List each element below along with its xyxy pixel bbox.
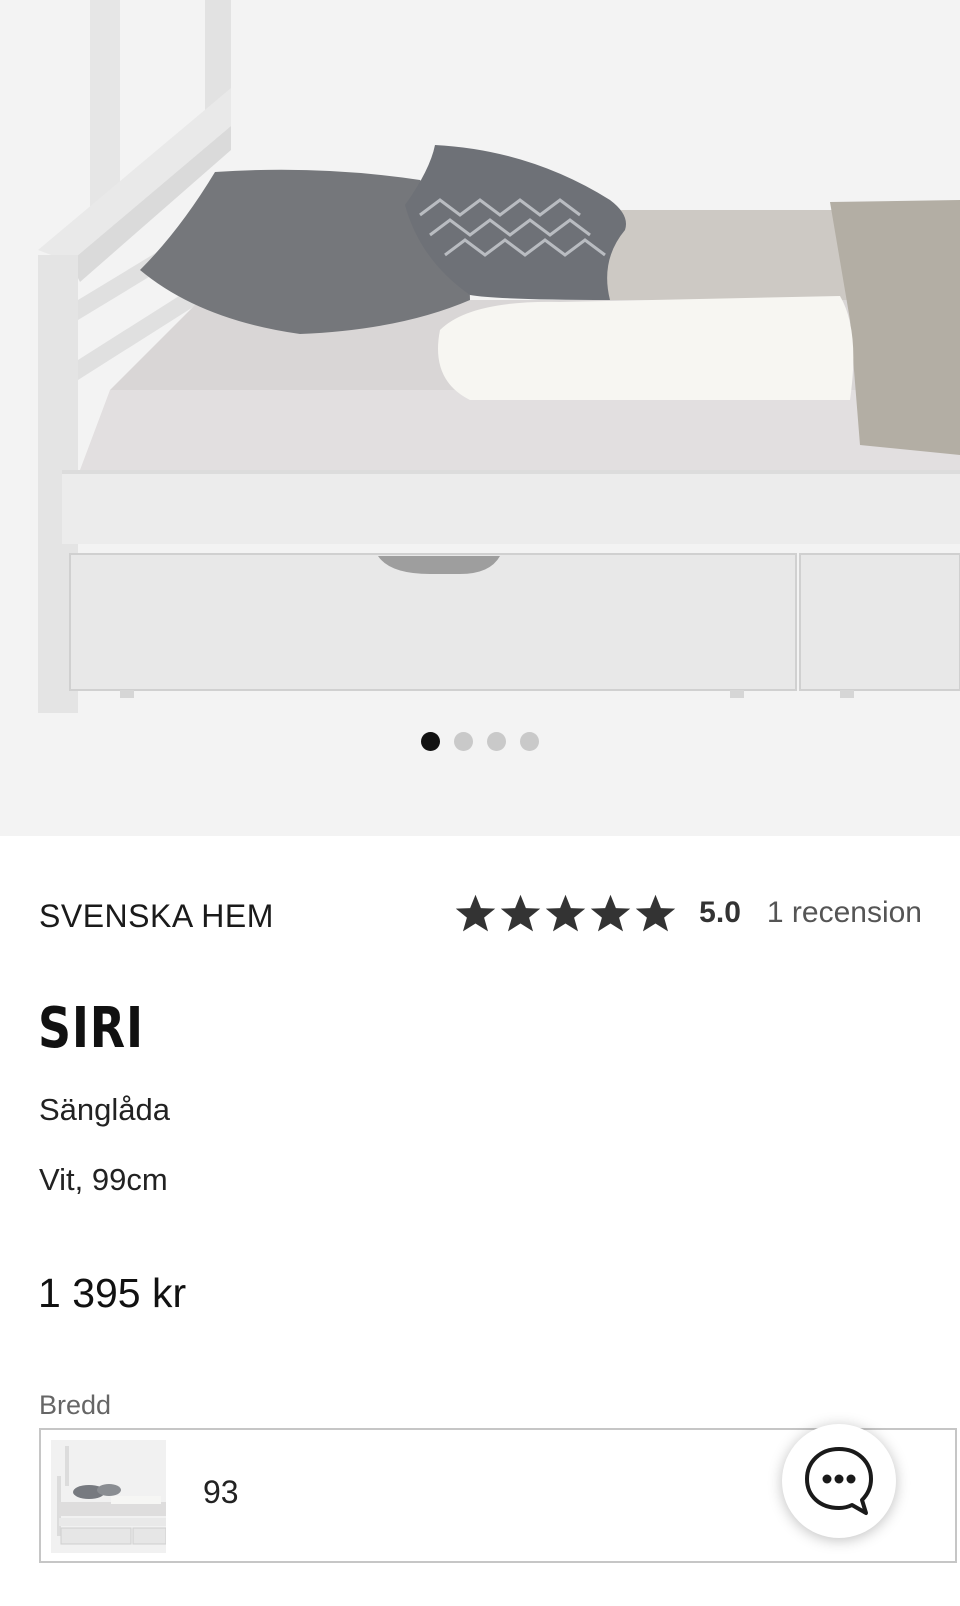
width-label: Bredd — [39, 1390, 112, 1420]
variant-thumbnail — [51, 1440, 166, 1553]
star-icon — [545, 894, 586, 931]
reviews-link[interactable]: 1 recension — [767, 896, 922, 930]
star-icon — [455, 894, 496, 931]
width-selected-value: 93 — [203, 1474, 239, 1510]
gallery-dot[interactable] — [421, 732, 440, 751]
star-icon — [635, 894, 676, 931]
product-image — [0, 0, 960, 836]
chat-bubble-icon — [805, 1447, 873, 1515]
product-title: SIRI — [38, 996, 144, 1061]
gallery-dot[interactable] — [520, 732, 539, 751]
brand-name[interactable]: SVENSKA HEM — [39, 898, 274, 935]
rating-summary[interactable]: 5.0 1 recension — [454, 888, 922, 938]
product-price: 1 395 kr — [38, 1270, 187, 1316]
gallery-pagination — [0, 732, 960, 751]
product-type: Sänglåda — [39, 1092, 171, 1127]
star-icon — [500, 894, 541, 931]
star-icon — [590, 894, 631, 931]
gallery-dot[interactable] — [454, 732, 473, 751]
product-variant: Vit, 99cm — [39, 1162, 168, 1197]
rating-score: 5.0 — [699, 896, 741, 929]
product-image-gallery[interactable] — [0, 0, 960, 836]
chat-button[interactable] — [782, 1424, 896, 1538]
rating-stars — [454, 892, 677, 935]
gallery-dot[interactable] — [487, 732, 506, 751]
